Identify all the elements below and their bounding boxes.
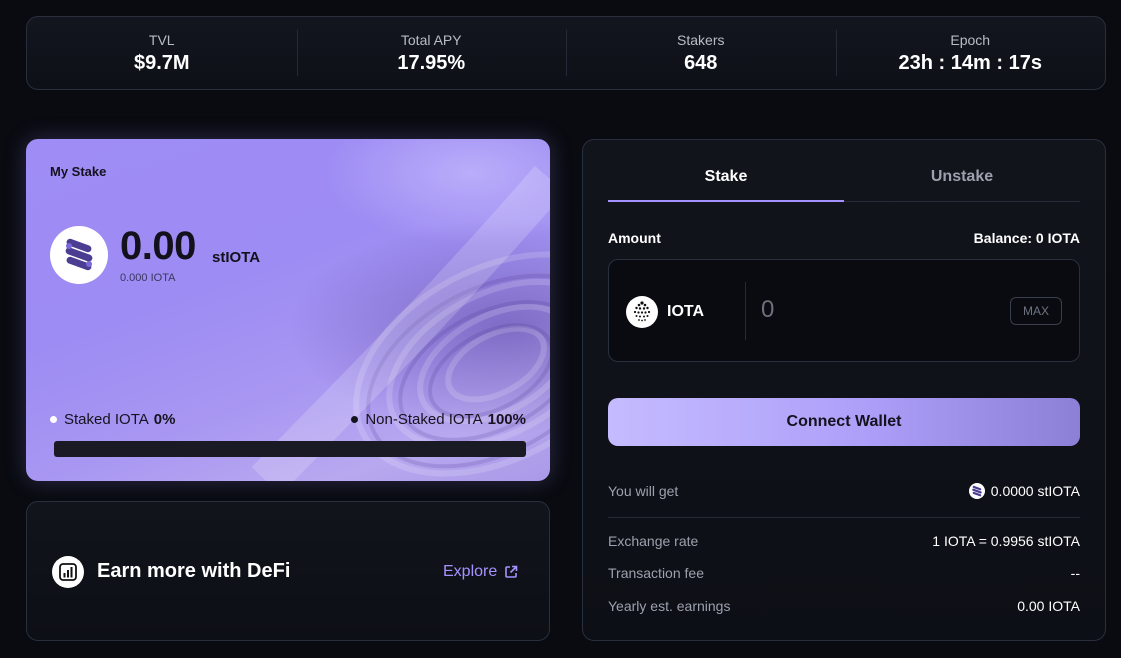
non-staked-dot-icon	[351, 416, 359, 423]
stat-epoch: Epoch 23h : 14m : 17s	[835, 30, 1106, 76]
max-button[interactable]: MAX	[1010, 297, 1062, 325]
explore-label: Explore	[443, 563, 498, 580]
amount-label: Amount	[608, 230, 661, 246]
exchange-rate-label: Exchange rate	[608, 533, 699, 549]
yearly-earnings-value: 0.00 IOTA	[1017, 598, 1080, 614]
stat-stakers: Stakers 648	[566, 30, 836, 76]
stake-unit: stIOTA	[212, 249, 261, 266]
defi-title: Earn more with DeFi	[97, 560, 291, 582]
stat-value: 17.95%	[397, 51, 466, 74]
you-will-get-value-wrap: 0.0000 stIOTA	[968, 483, 1080, 499]
tab-unstake[interactable]: Unstake	[844, 152, 1080, 201]
input-divider	[745, 282, 746, 340]
you-will-get-value: 0.0000 stIOTA	[990, 483, 1080, 499]
iota-logo-icon	[626, 296, 658, 328]
yearly-earnings-row: Yearly est. earnings 0.00 IOTA	[608, 598, 1080, 614]
non-staked-percent: 100%	[487, 411, 526, 428]
staked-dot-icon	[50, 416, 57, 423]
exchange-rate-value: 1 IOTA = 0.9956 stIOTA	[932, 533, 1080, 549]
balance-value: Balance: 0 IOTA	[973, 230, 1080, 246]
external-link-icon	[505, 565, 518, 578]
stats-bar: TVL $9.7M Total APY 17.95% Stakers 648 E…	[26, 16, 1106, 90]
stat-total-apy: Total APY 17.95%	[296, 30, 567, 76]
stake-tabs: Stake Unstake	[608, 152, 1080, 202]
yearly-earnings-label: Yearly est. earnings	[608, 598, 731, 614]
stake-progress-bar	[54, 441, 526, 457]
amount-input[interactable]	[761, 292, 1001, 328]
stat-value: 648	[684, 51, 718, 74]
stat-label: Epoch	[950, 31, 991, 48]
transaction-fee-row: Transaction fee --	[608, 565, 1080, 581]
you-will-get-row: You will get 0.0000 stIOTA	[608, 483, 1080, 499]
stat-label: Stakers	[677, 31, 725, 48]
defi-card: Earn more with DeFi Explore	[26, 501, 550, 641]
bar-chart-icon	[52, 556, 84, 588]
connect-wallet-button[interactable]: Connect Wallet	[608, 398, 1080, 446]
transaction-fee-label: Transaction fee	[608, 565, 704, 581]
token-name: IOTA	[667, 303, 705, 320]
stat-label: Total APY	[400, 31, 462, 48]
amount-input-box: IOTA MAX	[608, 259, 1080, 362]
non-staked-label: Non-Staked IOTA	[365, 411, 483, 428]
stiota-logo-icon	[50, 226, 108, 284]
details-divider	[608, 517, 1080, 518]
stake-iota-equivalent: 0.000 IOTA	[120, 272, 176, 284]
stat-tvl: TVL $9.7M	[27, 30, 297, 76]
stake-amount: 0.00	[120, 224, 196, 268]
non-staked-legend: Non-Staked IOTA 100%	[351, 411, 526, 428]
transaction-fee-value: --	[1070, 565, 1080, 581]
you-will-get-label: You will get	[608, 483, 679, 499]
token-selector: IOTA	[626, 296, 704, 328]
my-stake-title: My Stake	[50, 164, 107, 179]
stat-value: 23h : 14m : 17s	[898, 51, 1042, 74]
stake-panel: Stake Unstake Amount Balance: 0 IOTA IOT…	[582, 139, 1106, 641]
stat-value: $9.7M	[133, 51, 190, 74]
staked-label: Staked IOTA	[64, 411, 149, 428]
staked-legend: Staked IOTA 0%	[50, 411, 175, 428]
swirl-decoration	[251, 165, 550, 481]
stiota-mini-icon	[968, 483, 985, 499]
exchange-rate-row: Exchange rate 1 IOTA = 0.9956 stIOTA	[608, 533, 1080, 549]
explore-link[interactable]: Explore	[443, 563, 518, 581]
my-stake-card: My Stake 0.00 stIOTA 0.000 IOTA Staked I…	[26, 139, 550, 481]
staked-percent: 0%	[153, 411, 176, 428]
tab-stake[interactable]: Stake	[608, 152, 844, 202]
stat-label: TVL	[148, 31, 175, 48]
